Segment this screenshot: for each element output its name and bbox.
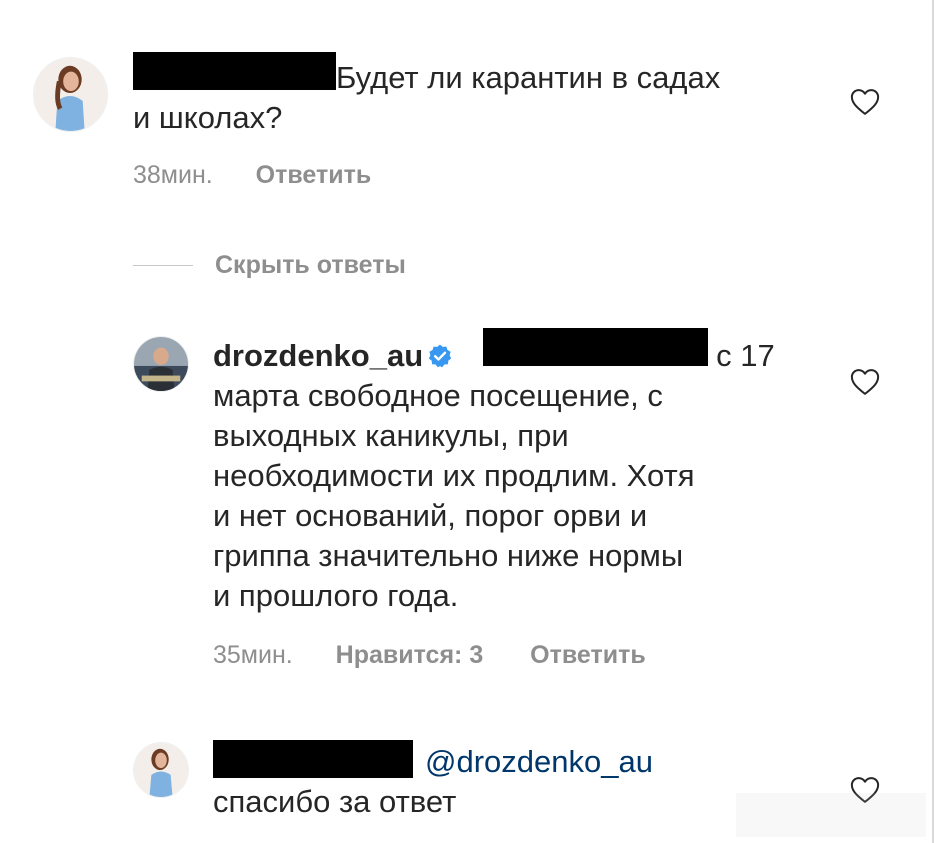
reply-button[interactable]: Ответить bbox=[530, 641, 646, 669]
divider-line bbox=[133, 264, 193, 266]
like-heart-icon[interactable] bbox=[850, 88, 880, 116]
reply-time: 35мин. bbox=[213, 641, 293, 669]
redacted-username bbox=[213, 740, 413, 778]
avatar[interactable] bbox=[133, 336, 189, 392]
comment-text-line1: Будет ли карантин в садах bbox=[336, 60, 721, 95]
likes-count-button[interactable]: Нравится: 3 bbox=[336, 641, 484, 669]
reply-body: drozdenko_au с 17 марта свободное посещен… bbox=[213, 328, 813, 616]
redacted-username bbox=[133, 52, 336, 90]
reply-text-line: необходимости их продлим. Хотя bbox=[213, 458, 695, 493]
reply-body: @drozdenko_au спасибо за ответ bbox=[213, 740, 813, 822]
reply-text-line: спасибо за ответ bbox=[213, 784, 457, 819]
redacted-username bbox=[483, 328, 709, 366]
official-avatar-image bbox=[134, 337, 188, 391]
user-avatar-image bbox=[134, 743, 188, 797]
comment-meta: 38мин. Ответить bbox=[133, 160, 371, 190]
hide-replies-label: Скрыть ответы bbox=[215, 251, 406, 279]
reply-text-line: и прошлого года. bbox=[213, 578, 459, 613]
user-avatar-image bbox=[34, 58, 107, 131]
reply-button[interactable]: Ответить bbox=[256, 161, 372, 189]
like-heart-icon[interactable] bbox=[850, 368, 880, 396]
reply-text-line: марта свободное посещение, с bbox=[213, 378, 663, 413]
mention-link[interactable]: @drozdenko_au bbox=[425, 744, 653, 779]
reply-text-line: выходных каникулы, при bbox=[213, 418, 569, 453]
avatar[interactable] bbox=[33, 57, 108, 132]
comment-body: Будет ли карантин в садах и школах? bbox=[133, 52, 833, 138]
comment-time: 38мин. bbox=[133, 161, 213, 189]
reply-meta: 35мин. Нравится: 3 Ответить bbox=[213, 640, 646, 670]
username-link[interactable]: drozdenko_au bbox=[213, 338, 423, 373]
reply-text-line: гриппа значительно ниже нормы bbox=[213, 538, 684, 573]
hide-replies-button[interactable]: Скрыть ответы bbox=[133, 250, 406, 280]
comment-text-line2: и школах? bbox=[133, 100, 283, 135]
verified-badge-icon bbox=[427, 339, 453, 368]
reply-text-line: и нет оснований, порог орви и bbox=[213, 498, 648, 533]
reply-text-start: с 17 bbox=[716, 338, 775, 373]
watermark-graphic bbox=[736, 793, 926, 837]
avatar[interactable] bbox=[133, 742, 189, 798]
